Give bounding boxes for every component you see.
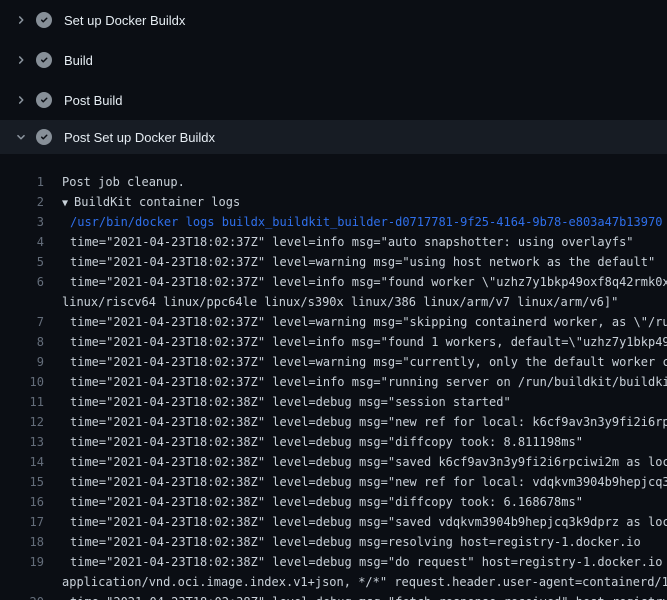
log-line-number[interactable]: 18 <box>0 532 44 552</box>
step-label: Set up Docker Buildx <box>64 13 185 28</box>
log-line-text: time="2021-04-23T18:02:38Z" level=debug … <box>62 412 667 432</box>
log-line-continuation: application/vnd.oci.image.index.v1+json,… <box>0 572 667 592</box>
log-line-text: time="2021-04-23T18:02:37Z" level=info m… <box>62 232 667 252</box>
check-circle-icon <box>36 129 52 145</box>
log-line-number[interactable]: 20 <box>0 592 44 600</box>
log-line: 12 time="2021-04-23T18:02:38Z" level=debu… <box>0 412 667 432</box>
log-line-text: time="2021-04-23T18:02:38Z" level=debug … <box>62 532 667 552</box>
log-command-text: /usr/bin/docker logs buildx_buildkit_bui… <box>62 212 667 232</box>
log-line: 11 time="2021-04-23T18:02:38Z" level=debu… <box>0 392 667 412</box>
log-line-number[interactable]: 9 <box>0 352 44 372</box>
log-line: 9 time="2021-04-23T18:02:37Z" level=warni… <box>0 352 667 372</box>
log-line: 19 time="2021-04-23T18:02:38Z" level=debu… <box>0 552 667 572</box>
log-line: 13 time="2021-04-23T18:02:38Z" level=debu… <box>0 432 667 452</box>
step-header-set-up-docker-buildx[interactable]: Set up Docker Buildx <box>0 0 667 40</box>
log-line: 17 time="2021-04-23T18:02:38Z" level=debu… <box>0 512 667 532</box>
log-line-text: time="2021-04-23T18:02:38Z" level=debug … <box>62 452 667 472</box>
log-line-number[interactable]: 13 <box>0 432 44 452</box>
log-line: 10 time="2021-04-23T18:02:37Z" level=info… <box>0 372 667 392</box>
workflow-log-viewer: Set up Docker Buildx Build Post Build Post … <box>0 0 667 600</box>
log-line-number[interactable]: 19 <box>0 552 44 572</box>
group-collapse-triangle-icon[interactable]: ▼ <box>62 194 68 212</box>
log-line-text: time="2021-04-23T18:02:38Z" level=debug … <box>62 592 667 600</box>
log-line: 4 time="2021-04-23T18:02:37Z" level=info … <box>0 232 667 252</box>
log-line-text: time="2021-04-23T18:02:37Z" level=warnin… <box>62 312 667 332</box>
log-line-number[interactable]: 14 <box>0 452 44 472</box>
log-line-number[interactable]: 7 <box>0 312 44 332</box>
log-line-number[interactable]: 1 <box>0 172 44 192</box>
log-line: 16 time="2021-04-23T18:02:38Z" level=debu… <box>0 492 667 512</box>
check-circle-icon <box>36 92 52 108</box>
log-line-number[interactable]: 3 <box>0 212 44 232</box>
chevron-right-icon[interactable] <box>13 92 29 108</box>
log-line: 20 time="2021-04-23T18:02:38Z" level=debu… <box>0 592 667 600</box>
log-line-text: linux/riscv64 linux/ppc64le linux/s390x … <box>62 292 667 312</box>
log-line: 15 time="2021-04-23T18:02:38Z" level=debu… <box>0 472 667 492</box>
log-line-number[interactable]: 5 <box>0 252 44 272</box>
log-line: 14 time="2021-04-23T18:02:38Z" level=debu… <box>0 452 667 472</box>
log-line-text: time="2021-04-23T18:02:38Z" level=debug … <box>62 392 667 412</box>
log-line-number[interactable]: 15 <box>0 472 44 492</box>
log-line-text: time="2021-04-23T18:02:37Z" level=info m… <box>62 372 667 392</box>
chevron-right-icon[interactable] <box>13 52 29 68</box>
log-line: 3/usr/bin/docker logs buildx_buildkit_bu… <box>0 212 667 232</box>
step-header-post-build[interactable]: Post Build <box>0 80 667 120</box>
log-line-number <box>0 292 44 312</box>
log-line-text: time="2021-04-23T18:02:37Z" level=info m… <box>62 332 667 352</box>
log-line: 1 Post job cleanup. <box>0 172 667 192</box>
log-line-continuation: linux/riscv64 linux/ppc64le linux/s390x … <box>0 292 667 312</box>
chevron-down-icon[interactable] <box>13 129 29 145</box>
log-line-text: time="2021-04-23T18:02:38Z" level=debug … <box>62 492 667 512</box>
log-line: 6 time="2021-04-23T18:02:37Z" level=info … <box>0 272 667 292</box>
log-line-text: time="2021-04-23T18:02:38Z" level=debug … <box>62 472 667 492</box>
log-line: 5 time="2021-04-23T18:02:37Z" level=warni… <box>0 252 667 272</box>
log-line: 18 time="2021-04-23T18:02:38Z" level=debu… <box>0 532 667 552</box>
log-line-number[interactable]: 17 <box>0 512 44 532</box>
log-line: 7 time="2021-04-23T18:02:37Z" level=warni… <box>0 312 667 332</box>
log-group-label[interactable]: BuildKit container logs <box>74 195 240 209</box>
log-line-number[interactable]: 11 <box>0 392 44 412</box>
log-line: 2 ▼ BuildKit container logs <box>0 192 667 212</box>
step-label: Build <box>64 53 93 68</box>
check-circle-icon <box>36 52 52 68</box>
step-header-build[interactable]: Build <box>0 40 667 80</box>
step-list: Set up Docker Buildx Build Post Build Post … <box>0 0 667 154</box>
log-line-text: ▼ BuildKit container logs <box>62 192 667 212</box>
log-line-number[interactable]: 10 <box>0 372 44 392</box>
log-line-text: time="2021-04-23T18:02:37Z" level=warnin… <box>62 252 667 272</box>
log-line-number <box>0 572 44 592</box>
step-label: Post Set up Docker Buildx <box>64 130 215 145</box>
log-line-number[interactable]: 6 <box>0 272 44 292</box>
log-line-text: time="2021-04-23T18:02:38Z" level=debug … <box>62 552 667 572</box>
step-label: Post Build <box>64 93 123 108</box>
log-line-text: time="2021-04-23T18:02:37Z" level=warnin… <box>62 352 667 372</box>
step-header-post-set-up-docker-buildx[interactable]: Post Set up Docker Buildx <box>0 120 667 154</box>
log-line-text: time="2021-04-23T18:02:37Z" level=info m… <box>62 272 667 292</box>
log-line-number[interactable]: 12 <box>0 412 44 432</box>
log-line-number[interactable]: 16 <box>0 492 44 512</box>
log-line-text: Post job cleanup. <box>62 172 667 192</box>
check-circle-icon <box>36 12 52 28</box>
log-line-number[interactable]: 2 <box>0 192 44 212</box>
log-line-text: application/vnd.oci.image.index.v1+json,… <box>62 572 667 592</box>
log-line-text: time="2021-04-23T18:02:38Z" level=debug … <box>62 432 667 452</box>
log-line: 8 time="2021-04-23T18:02:37Z" level=info … <box>0 332 667 352</box>
chevron-right-icon[interactable] <box>13 12 29 28</box>
log-line-text: time="2021-04-23T18:02:38Z" level=debug … <box>62 512 667 532</box>
log-line-number[interactable]: 4 <box>0 232 44 252</box>
log-line-number[interactable]: 8 <box>0 332 44 352</box>
log-panel: 1 Post job cleanup. 2 ▼ BuildKit container l… <box>0 154 667 600</box>
